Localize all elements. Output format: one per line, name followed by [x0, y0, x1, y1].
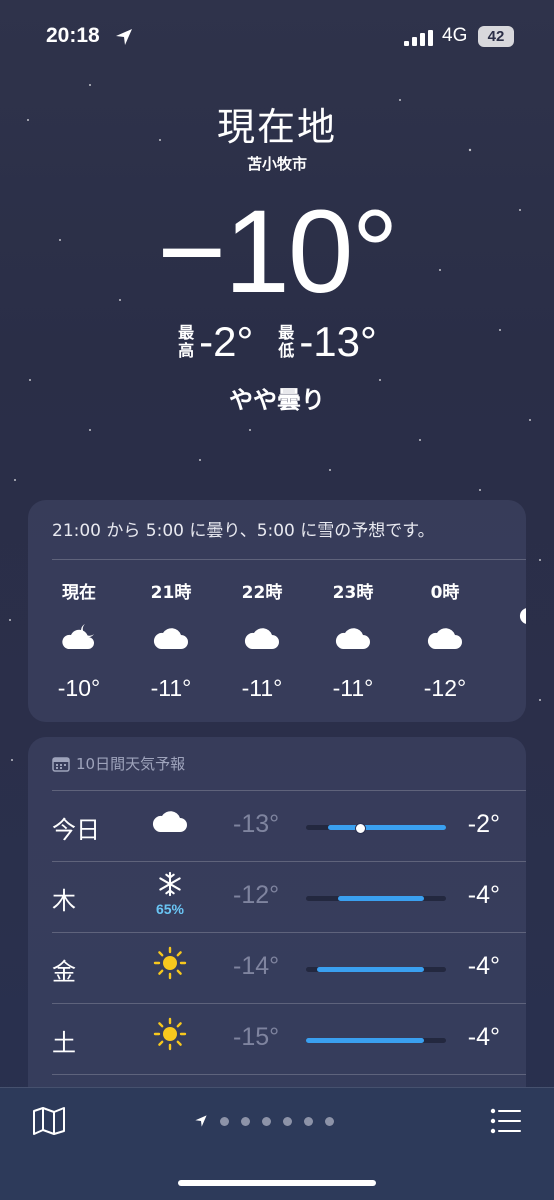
day-label: 金: [52, 958, 76, 986]
temp-range-bar: [306, 1038, 446, 1043]
hour-temp: -12°: [423, 675, 467, 701]
status-time: 20:18: [46, 24, 100, 47]
hour-item: 22時 -11°: [217, 578, 307, 702]
hour-item: 21時 -11°: [126, 578, 216, 702]
location-title: 現在地: [216, 105, 337, 149]
page-dot: [241, 1116, 250, 1126]
low-temp: -12°: [233, 881, 280, 909]
hour-temp: -11°: [332, 675, 374, 701]
divider: [52, 861, 526, 862]
temp-range-bar: [306, 967, 446, 972]
city-name: 苫小牧市: [246, 155, 307, 173]
divider: [52, 1003, 526, 1004]
status-bar: 20:18 4G 42: [0, 22, 554, 52]
battery-indicator: 42: [478, 26, 514, 47]
ten-day-header: 10日間天気予報: [52, 753, 185, 774]
forecast-row[interactable]: 土 -15° -4°: [28, 1003, 526, 1074]
high-temperature: -2°: [199, 318, 254, 365]
home-indicator: [178, 1180, 376, 1186]
precip-chance: 65%: [155, 901, 185, 917]
sun-icon: [153, 1017, 187, 1051]
low-temp: -13°: [233, 810, 280, 838]
day-label: 木: [52, 887, 76, 915]
cloud-icon: [152, 811, 187, 832]
day-weather: [148, 1017, 192, 1055]
page-dot: [304, 1116, 313, 1126]
bottom-toolbar: [0, 1087, 554, 1200]
divider: [52, 932, 526, 933]
page-dot: [262, 1116, 271, 1126]
high-temp: -4°: [467, 1023, 500, 1051]
hourly-scroller[interactable]: 現在 -10° 21時 -11° 22時 -11° 23時 -11° 0時 -1…: [28, 578, 526, 708]
day-weather: [148, 946, 192, 984]
hour-temp: -10°: [57, 675, 101, 701]
hourly-forecast-card[interactable]: 21:00 から 5:00 に曇り、5:00 に雪の予想です。 現在 -10° …: [28, 500, 526, 722]
condition-text: やや曇り: [229, 386, 325, 414]
forecast-row[interactable]: 今日 -13° -2°: [28, 790, 526, 861]
partly-cloudy-night-icon: [62, 624, 94, 649]
hour-label: 現在: [62, 583, 96, 603]
cloud-icon: [335, 628, 370, 649]
hour-label: 0時: [430, 583, 460, 603]
ten-day-title: 10日間天気予報: [76, 755, 186, 773]
cloud-icon: [427, 628, 462, 649]
forecast-row[interactable]: 金 -14° -4°: [28, 932, 526, 1003]
temp-range-bar: [306, 823, 446, 834]
hour-label: 23時: [332, 583, 374, 603]
forecast-row[interactable]: 木 65% -12° -4°: [28, 861, 526, 932]
temp-range-fill: [316, 967, 425, 972]
page-indicator[interactable]: [194, 1114, 334, 1128]
cloud-icon: [153, 628, 188, 649]
divider: [52, 559, 526, 560]
page-dot: [325, 1116, 334, 1126]
network-type: 4G: [442, 25, 468, 46]
day-weather: 65%: [148, 871, 192, 917]
high-temp: -4°: [467, 881, 500, 909]
hour-temp: -11°: [241, 675, 283, 701]
snowflake-icon: [159, 871, 181, 897]
cellular-signal-icon: [404, 30, 433, 46]
temp-range-bar: [306, 896, 446, 901]
temp-range-fill: [338, 896, 425, 901]
calendar-icon: [52, 756, 70, 772]
day-weather: [148, 804, 192, 840]
day-label: 土: [52, 1029, 76, 1057]
high-low: 最高 -2° 最低 -13°: [0, 318, 554, 366]
high-label: 最高: [178, 323, 195, 360]
current-temperature: −10°: [157, 186, 398, 318]
hourly-summary: 21:00 から 5:00 に曇り、5:00 に雪の予想です。: [52, 521, 435, 541]
day-label: 今日: [52, 816, 100, 844]
list-icon[interactable]: [490, 1108, 522, 1134]
hour-temp: -: [492, 650, 526, 677]
temp-range-fill: [306, 1038, 425, 1043]
location-arrow-icon: [116, 29, 132, 45]
low-label: 最低: [278, 323, 295, 360]
current-weather: 現在地 苫小牧市 −10° 最高 -2° 最低 -13° やや曇り: [0, 96, 554, 414]
divider: [52, 1074, 526, 1075]
page-dot: [283, 1116, 292, 1126]
sun-icon: [153, 946, 187, 980]
hour-item: 0時 -12°: [400, 578, 490, 702]
map-icon[interactable]: [32, 1106, 66, 1136]
location-arrow-icon: [195, 1115, 207, 1127]
ten-day-forecast-card[interactable]: 10日間天気予報 今日 -13° -2° 木 65% -12° -4° 金 -1…: [28, 737, 526, 1107]
cloud-icon: [519, 608, 526, 624]
hour-temp: -11°: [150, 675, 192, 701]
low-temp: -15°: [233, 1023, 280, 1051]
divider: [52, 790, 526, 791]
low-temperature: -13°: [299, 318, 377, 365]
hour-label: 21時: [150, 583, 192, 603]
hour-label: 22時: [241, 583, 283, 603]
cloud-icon: [244, 628, 279, 649]
temp-range-fill: [327, 825, 446, 830]
high-temp: -2°: [467, 810, 500, 838]
hour-item: -: [492, 578, 526, 677]
high-temp: -4°: [467, 952, 500, 980]
current-temp-marker: [354, 823, 366, 834]
hour-item: 23時 -11°: [308, 578, 398, 702]
page-dot: [220, 1116, 229, 1126]
low-temp: -14°: [233, 952, 280, 980]
hour-item: 現在 -10°: [34, 578, 124, 702]
